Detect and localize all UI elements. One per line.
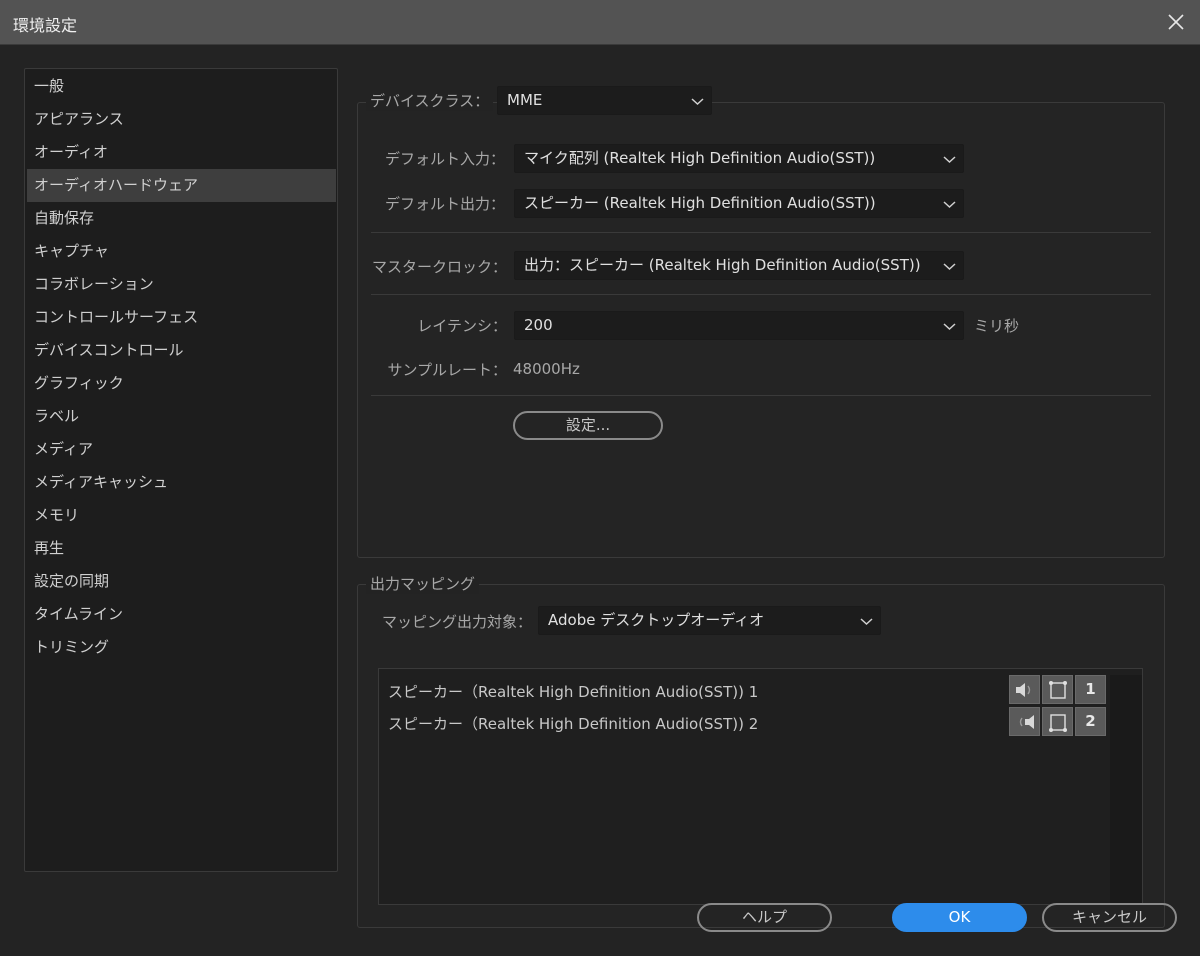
divider [371, 232, 1151, 233]
sidebar-item-control-surface[interactable]: コントロールサーフェス [27, 301, 336, 334]
latency-select[interactable]: 200 [514, 311, 964, 340]
sidebar-item-general[interactable]: 一般 [27, 70, 336, 103]
default-output-select[interactable]: スピーカー (Realtek High Definition Audio(SST… [514, 189, 964, 218]
chevron-down-icon [691, 98, 704, 106]
latency-unit: ミリ秒 [974, 317, 1020, 335]
mapping-target-label: マッピング出力対象： [381, 613, 532, 631]
cancel-button[interactable]: キャンセル [1042, 903, 1177, 932]
sidebar-item-media[interactable]: メディア [27, 433, 336, 466]
device-frame-icon [1049, 714, 1067, 732]
sidebar-item-audio[interactable]: オーディオ [27, 136, 336, 169]
channel-1-device-toggle[interactable] [1042, 675, 1073, 704]
sidebar-item-trimming[interactable]: トリミング [27, 631, 336, 664]
master-clock-label: マスタークロック： [371, 258, 507, 276]
device-frame-icon [1049, 681, 1067, 699]
sidebar-item-appearance[interactable]: アピアランス [27, 103, 336, 136]
channel-2-number-chip[interactable]: 2 [1075, 707, 1106, 736]
sidebar-item-memory[interactable]: メモリ [27, 499, 336, 532]
divider [371, 294, 1151, 295]
master-clock-value: 出力：スピーカー (Realtek High Definition Audio(… [524, 256, 921, 274]
sidebar-item-sync-settings[interactable]: 設定の同期 [27, 565, 336, 598]
output-mapping-label: 出力マッピング [366, 573, 480, 594]
default-input-select[interactable]: マイク配列 (Realtek High Definition Audio(SST… [514, 144, 964, 173]
channel-2-speaker-toggle[interactable] [1009, 707, 1040, 736]
latency-value: 200 [524, 316, 553, 334]
sidebar-item-labels[interactable]: ラベル [27, 400, 336, 433]
close-button[interactable] [1162, 8, 1190, 36]
window-title: 環境設定 [13, 16, 78, 35]
sample-rate-value: 48000Hz [513, 360, 580, 378]
close-icon [1168, 14, 1184, 30]
chevron-down-icon [943, 323, 956, 331]
help-button[interactable]: ヘルプ [697, 903, 832, 932]
default-input-label: デフォルト入力： [384, 150, 505, 168]
sidebar-item-collaboration[interactable]: コラボレーション [27, 268, 336, 301]
sidebar-item-timeline[interactable]: タイムライン [27, 598, 336, 631]
channel-row-1: スピーカー（Realtek High Definition Audio(SST)… [388, 683, 759, 701]
sample-rate-label: サンプルレート： [387, 361, 507, 379]
channel-row-2: スピーカー（Realtek High Definition Audio(SST)… [388, 715, 759, 733]
latency-label: レイテンシ： [417, 317, 507, 335]
chevron-down-icon [943, 156, 956, 164]
chevron-down-icon [943, 201, 956, 209]
sidebar-item-graphics[interactable]: グラフィック [27, 367, 336, 400]
chevron-down-icon [860, 618, 873, 626]
channel-1-number-chip[interactable]: 1 [1075, 675, 1106, 704]
divider [371, 395, 1151, 396]
chevron-down-icon [943, 263, 956, 271]
device-class-label: デバイスクラス： [366, 90, 494, 111]
channel-2-device-toggle[interactable] [1042, 707, 1073, 736]
sidebar-item-capture[interactable]: キャプチャ [27, 235, 336, 268]
speaker-left-icon [1016, 683, 1031, 697]
sidebar-item-device-control[interactable]: デバイスコントロール [27, 334, 336, 367]
sidebar-item-playback[interactable]: 再生 [27, 532, 336, 565]
device-class-value: MME [507, 91, 543, 109]
default-output-label: デフォルト出力： [384, 195, 505, 213]
mapping-target-select[interactable]: Adobe デスクトップオーディオ [538, 606, 881, 635]
sidebar-item-audio-hardware[interactable]: オーディオハードウェア [27, 169, 336, 202]
speaker-right-icon [1019, 715, 1034, 729]
device-class-select[interactable]: MME [497, 86, 712, 115]
ok-button[interactable]: OK [892, 903, 1027, 932]
settings-button[interactable]: 設定... [513, 411, 663, 440]
sidebar-item-media-cache[interactable]: メディアキャッシュ [27, 466, 336, 499]
channel-2-number: 2 [1085, 712, 1096, 730]
mapping-target-value: Adobe デスクトップオーディオ [548, 611, 765, 629]
master-clock-select[interactable]: 出力：スピーカー (Realtek High Definition Audio(… [514, 251, 964, 280]
sidebar-item-auto-save[interactable]: 自動保存 [27, 202, 336, 235]
title-bar: 環境設定 [0, 0, 1200, 45]
channel-1-speaker-toggle[interactable] [1009, 675, 1040, 704]
category-list: 一般 アピアランス オーディオ オーディオハードウェア 自動保存 キャプチャ コ… [24, 68, 338, 872]
default-input-value: マイク配列 (Realtek High Definition Audio(SST… [524, 149, 876, 167]
channel-1-number: 1 [1085, 680, 1096, 698]
default-output-value: スピーカー (Realtek High Definition Audio(SST… [524, 194, 876, 212]
scrollbar[interactable] [1110, 675, 1142, 904]
